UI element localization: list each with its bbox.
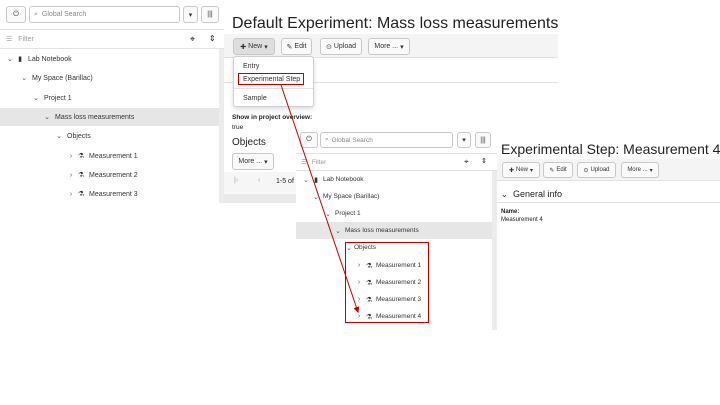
annotation-arrow — [280, 84, 360, 313]
